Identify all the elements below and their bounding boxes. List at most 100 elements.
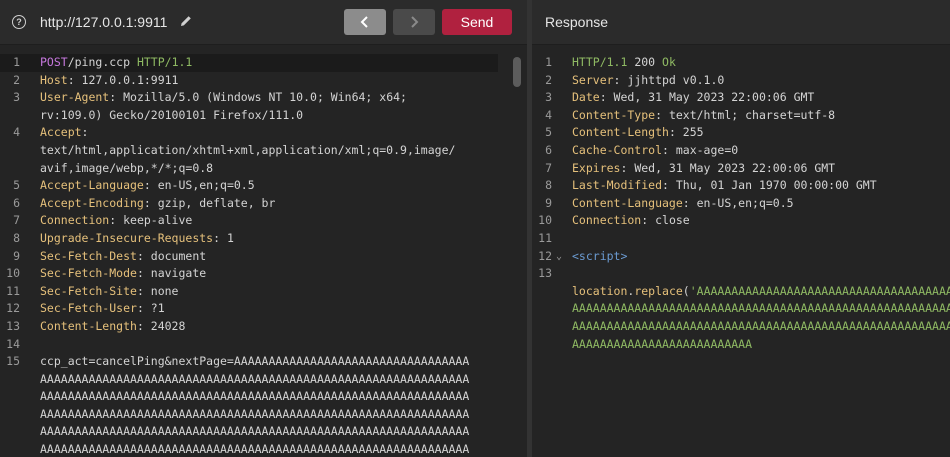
help-icon[interactable]: ? xyxy=(12,15,26,29)
response-line[interactable]: AAAAAAAAAAAAAAAAAAAAAAAAAA xyxy=(532,336,950,354)
code-token: : ?1 xyxy=(136,301,165,316)
url-field[interactable]: http://127.0.0.1:9911 xyxy=(40,14,167,30)
code-token: : text/html; charset=utf-8 xyxy=(655,107,836,122)
response-line[interactable]: 6 Cache-Control: max-age=0 xyxy=(532,142,950,160)
response-viewer[interactable]: 1 HTTP/1.1 200 Ok 2 Server: jjhttpd v0.1.0 3… xyxy=(532,54,950,457)
response-line[interactable]: location.replace('AAAAAAAAAAAAAAAAAAAAAA… xyxy=(532,283,950,301)
code-token: POST xyxy=(40,55,68,69)
code-token: location xyxy=(572,283,628,298)
code-token: Last-Modified xyxy=(572,178,663,193)
response-line[interactable]: 1 HTTP/1.1 200 Ok xyxy=(532,54,950,72)
code-token: AAAAAAAAAAAAAAAAAAAAAAAAAAAAAAAAAAAAAAAA… xyxy=(40,371,470,386)
request-line[interactable]: 5 Accept-Language: en-US,en;q=0.5 xyxy=(0,177,527,195)
code-token: AAAAAAAAAAAAAAAAAAAAAAAAAA xyxy=(572,336,753,351)
request-scrollbar[interactable] xyxy=(513,57,521,87)
code-token: rv:109.0) Gecko/20100101 Firefox/111.0 xyxy=(40,107,304,122)
request-line[interactable]: AAAAAAAAAAAAAAAAAAAAAAAAAAAAAAAAAAAAAAAA… xyxy=(0,388,527,406)
code-token: : jjhttpd v0.1.0 xyxy=(613,72,725,87)
response-line[interactable]: 10 Connection: close xyxy=(532,212,950,230)
forward-button[interactable] xyxy=(393,9,435,35)
request-line[interactable]: 10 Sec-Fetch-Mode: navigate xyxy=(0,265,527,283)
request-line[interactable]: rv:109.0) Gecko/20100101 Firefox/111.0 xyxy=(0,107,527,125)
line-number: 13 xyxy=(538,266,552,281)
line-number: 7 xyxy=(13,213,20,228)
request-line[interactable]: 1 POST/ping.ccp HTTP/1.1 xyxy=(0,54,498,72)
line-number: 13 xyxy=(6,318,20,333)
request-line[interactable]: AAAAAAAAAAAAAAAAAAAAAAAAAAAAAAAAAAAAAAAA… xyxy=(0,406,527,424)
line-number: 5 xyxy=(545,125,552,140)
code-token: Sec-Fetch-Mode xyxy=(40,266,137,281)
pencil-icon[interactable] xyxy=(179,14,193,28)
response-line[interactable]: AAAAAAAAAAAAAAAAAAAAAAAAAAAAAAAAAAAAAAAA… xyxy=(532,300,950,318)
response-toolbar: Response xyxy=(532,0,950,45)
request-line[interactable]: 2 Host: 127.0.0.1:9911 xyxy=(0,72,527,90)
response-line[interactable]: 3 Date: Wed, 31 May 2023 22:00:06 GMT xyxy=(532,89,950,107)
code-token: : 24028 xyxy=(136,318,186,333)
code-token: : none xyxy=(136,283,179,298)
code-token: Accept xyxy=(40,125,82,140)
code-token: : Wed, 31 May 2023 22:00:06 GMT xyxy=(620,160,836,175)
code-token: Sec-Fetch-Dest xyxy=(40,248,137,263)
response-line[interactable]: 4 Content-Type: text/html; charset=utf-8 xyxy=(532,107,950,125)
response-line[interactable]: AAAAAAAAAAAAAAAAAAAAAAAAAAAAAAAAAAAAAAAA… xyxy=(532,318,950,336)
response-line[interactable]: 5 Content-Length: 255 xyxy=(532,124,950,142)
code-token: AAAAAAAAAAAAAAAAAAAAAAAAAAAAAAAAAAAAAAAA… xyxy=(40,442,470,457)
request-line[interactable]: AAAAAAAAAAAAAAAAAAAAAAAAAAAAAAAAAAAAAAAA… xyxy=(0,423,527,441)
response-line[interactable]: 7 Expires: Wed, 31 May 2023 22:00:06 GMT xyxy=(532,160,950,178)
line-number: 10 xyxy=(538,213,552,228)
line-number: 3 xyxy=(545,90,552,105)
request-line[interactable]: 14 xyxy=(0,336,527,354)
request-line[interactable]: 6 Accept-Encoding: gzip, deflate, br xyxy=(0,195,527,213)
request-line[interactable]: avif,image/webp,*/*;q=0.8 xyxy=(0,160,527,178)
code-token: <script> xyxy=(572,248,628,263)
line-number: 1 xyxy=(13,55,20,69)
response-line[interactable]: 8 Last-Modified: Thu, 01 Jan 1970 00:00:0… xyxy=(532,177,950,195)
request-editor[interactable]: 1 POST/ping.ccp HTTP/1.1 2 Host: 127.0.0.1:… xyxy=(0,54,527,457)
line-number: 8 xyxy=(545,178,552,193)
code-token: Content-Length xyxy=(40,318,137,333)
back-button[interactable] xyxy=(344,9,386,35)
response-line[interactable]: 13 xyxy=(532,265,950,283)
request-line[interactable]: AAAAAAAAAAAAAAAAAAAAAAAAAAAAAAAAAAAAAAAA… xyxy=(0,371,527,389)
line-number: 4 xyxy=(13,125,20,140)
request-line[interactable]: 4 Accept: xyxy=(0,124,527,142)
code-token: Connection xyxy=(40,213,110,228)
code-token: Connection xyxy=(572,213,642,228)
request-line[interactable]: 9 Sec-Fetch-Dest: document xyxy=(0,248,527,266)
response-line[interactable]: 9 Content-Language: en-US,en;q=0.5 xyxy=(532,195,950,213)
line-number: 11 xyxy=(538,230,552,245)
code-token: : en-US,en;q=0.5 xyxy=(682,195,794,210)
request-line[interactable]: text/html,application/xhtml+xml,applicat… xyxy=(0,142,527,160)
code-token: Content-Length xyxy=(572,125,669,140)
request-line[interactable]: AAAAAAAAAAAAAAAAAAAAAAAAAAAAAAAAAAAAAAAA… xyxy=(0,441,527,457)
code-token: : Wed, 31 May 2023 22:00:06 GMT xyxy=(599,90,815,105)
request-line[interactable]: 12 Sec-Fetch-User: ?1 xyxy=(0,300,527,318)
request-line[interactable]: 13 Content-Length: 24028 xyxy=(0,318,527,336)
request-toolbar: ? http://127.0.0.1:9911 Send xyxy=(0,0,527,45)
response-line[interactable]: 12 ⌄ <script> xyxy=(532,248,950,266)
code-token: : navigate xyxy=(136,266,207,281)
code-token: : 255 xyxy=(668,125,704,140)
code-token: Expires xyxy=(572,160,621,175)
line-number: 6 xyxy=(545,142,552,157)
line-number: 12 xyxy=(6,301,20,316)
code-token: /ping.ccp xyxy=(67,55,137,69)
line-number: 2 xyxy=(545,72,552,87)
response-line[interactable]: 2 Server: jjhttpd v0.1.0 xyxy=(532,72,950,90)
code-token: : 1 xyxy=(213,230,234,245)
request-line[interactable]: 7 Connection: keep-alive xyxy=(0,212,527,230)
fold-chevron-icon[interactable]: ⌄ xyxy=(556,248,562,266)
request-line[interactable]: 15 ccp_act=cancelPing&nextPage=AAAAAAAAAA… xyxy=(0,353,527,371)
request-line[interactable]: 3 User-Agent: Mozilla/5.0 (Windows NT 10.… xyxy=(0,89,527,107)
code-token: : Mozilla/5.0 (Windows NT 10.0; Win64; x… xyxy=(109,90,407,105)
line-number: 1 xyxy=(545,55,552,69)
response-line[interactable]: 11 xyxy=(532,230,950,248)
code-token: Host xyxy=(40,72,68,87)
code-token: HTTP/1.1 xyxy=(572,55,635,69)
line-number: 11 xyxy=(6,283,20,298)
chevron-right-icon xyxy=(411,16,419,28)
request-line[interactable]: 11 Sec-Fetch-Site: none xyxy=(0,283,527,301)
send-button[interactable]: Send xyxy=(442,9,512,35)
code-token: AAAAAAAAAAAAAAAAAAAAAAAAAAAAAAAAAAAAAAAA… xyxy=(40,424,470,439)
request-line[interactable]: 8 Upgrade-Insecure-Requests: 1 xyxy=(0,230,527,248)
